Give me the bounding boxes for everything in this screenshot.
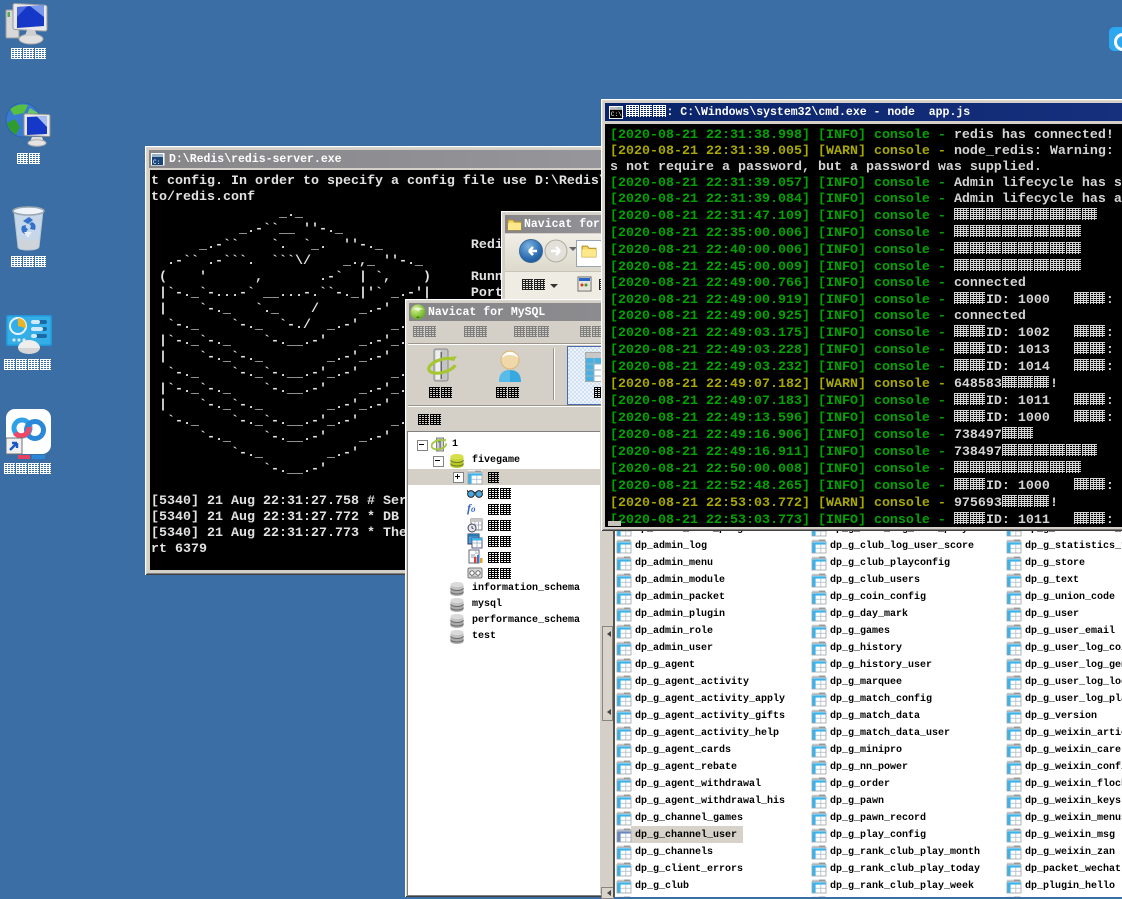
svg-text:C:\_: C:\_ <box>611 111 624 118</box>
svg-text:C:: C: <box>153 159 160 166</box>
